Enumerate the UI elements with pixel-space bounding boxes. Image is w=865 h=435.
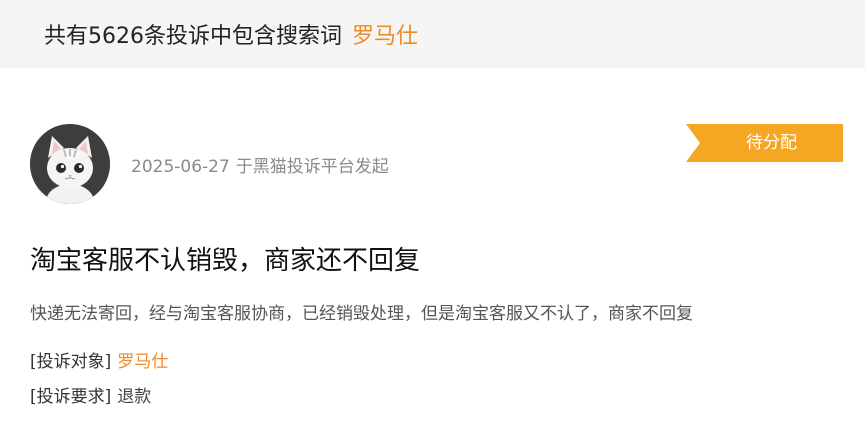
result-count-text: 共有5626条投诉中包含搜索词 [44, 24, 342, 49]
complaint-card[interactable]: 2025-06-27 于黑猫投诉平台发起 待分配 淘宝客服不认销毁，商家还不回复 … [0, 68, 865, 435]
status-label: 待分配 [746, 133, 797, 153]
complaint-source: 于黑猫投诉平台发起 [235, 157, 389, 177]
complaint-description: 快递无法寄回，经与淘宝客服协商，已经销毁处理，但是淘宝客服又不认了，商家不回复 [30, 304, 693, 324]
search-keyword[interactable]: 罗马仕 [352, 18, 418, 50]
status-badge: 待分配 [686, 124, 843, 162]
complaint-date: 2025-06-27 [131, 157, 230, 177]
complaint-title[interactable]: 淘宝客服不认销毁，商家还不回复 [30, 240, 420, 277]
complaint-meta: 2025-06-27 于黑猫投诉平台发起 [131, 152, 389, 177]
complaint-request-row: [投诉要求] 退款 [30, 382, 151, 407]
target-label: [投诉对象] [30, 352, 112, 372]
search-result-summary: 共有5626条投诉中包含搜索词 罗马仕 [0, 0, 865, 68]
request-label: [投诉要求] [30, 387, 112, 407]
cat-avatar-icon[interactable] [30, 124, 110, 204]
complaint-target-row: [投诉对象] 罗马仕 [30, 347, 168, 372]
target-value-link[interactable]: 罗马仕 [117, 352, 168, 372]
request-value: 退款 [117, 387, 152, 407]
